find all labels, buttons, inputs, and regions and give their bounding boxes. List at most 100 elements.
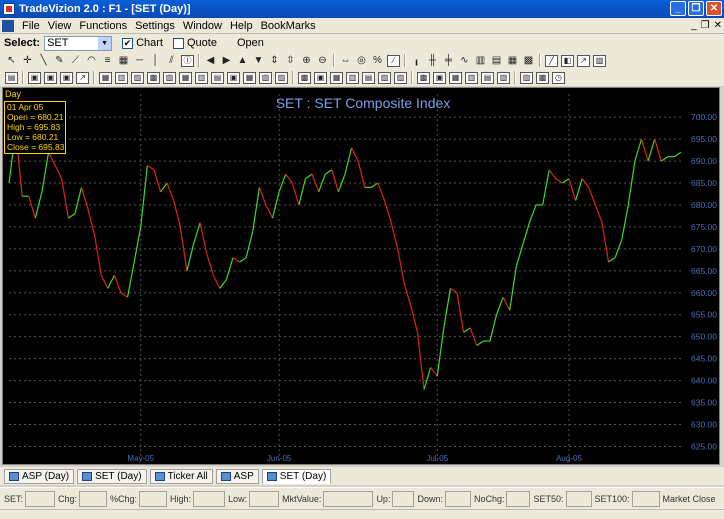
grid-icon[interactable]: ▦: [116, 54, 131, 68]
menu-file[interactable]: File: [18, 20, 44, 32]
trend-icon[interactable]: ↗: [577, 54, 590, 67]
indicator-t-icon[interactable]: ▥: [346, 71, 359, 84]
arrow-right-icon[interactable]: ▶: [219, 54, 234, 68]
indicator-m-icon[interactable]: ▣: [227, 71, 240, 84]
mdi-restore-icon[interactable]: ❐: [701, 20, 710, 31]
menu-settings[interactable]: Settings: [131, 20, 179, 32]
draw-box-icon[interactable]: Ⓘ: [181, 54, 194, 67]
indicator-i-icon[interactable]: ▧: [163, 71, 176, 84]
menu-help[interactable]: Help: [226, 20, 257, 32]
tab-asp-quote[interactable]: ASP: [215, 468, 259, 484]
symbol-select[interactable]: SET ▼: [44, 35, 113, 51]
percent-icon[interactable]: %: [370, 54, 385, 68]
indicator-r-icon[interactable]: ▣: [314, 71, 327, 84]
indicator-h-icon[interactable]: ▩: [147, 71, 160, 84]
line-icon[interactable]: ╲: [36, 54, 51, 68]
candle-icon[interactable]: ╪: [441, 54, 456, 68]
line-chart-icon[interactable]: ∿: [457, 54, 472, 68]
expand-vertical-icon[interactable]: ⇕: [267, 54, 282, 68]
chart-check-icon[interactable]: ✔: [122, 37, 134, 49]
indicator-aa-icon[interactable]: ▥: [465, 71, 478, 84]
indicator-y-icon[interactable]: ▣: [433, 71, 446, 84]
expand-horizontal-icon[interactable]: ⇔: [338, 54, 353, 68]
menu-functions[interactable]: Functions: [75, 20, 131, 32]
arrow-left-icon[interactable]: ◀: [203, 54, 218, 68]
target-icon[interactable]: ◎: [354, 54, 369, 68]
indicator-p-icon[interactable]: ▨: [275, 71, 288, 84]
tab-set-day[interactable]: SET (Day): [77, 468, 147, 484]
indicator-l-icon[interactable]: ▤: [211, 71, 224, 84]
table-icon[interactable]: ▤: [5, 71, 18, 84]
tab-ticker-all[interactable]: Ticker All: [149, 468, 213, 484]
indicator-j-icon[interactable]: ▦: [179, 71, 192, 84]
pattern-icon[interactable]: ▨: [593, 54, 606, 67]
bar-chart-icon[interactable]: ╻: [409, 54, 424, 68]
indicator-ac-icon[interactable]: ▧: [497, 71, 510, 84]
fan-icon[interactable]: ⟋: [68, 54, 83, 68]
mdi-minimize-icon[interactable]: _: [691, 20, 697, 31]
indicator-ad-icon[interactable]: ▨: [520, 71, 533, 84]
indicator-v-icon[interactable]: ▧: [378, 71, 391, 84]
zoom-in-icon[interactable]: ⊕: [299, 54, 314, 68]
price-segment: [423, 367, 432, 390]
bottom-strip: [0, 509, 724, 519]
quote-check-box[interactable]: [172, 37, 184, 49]
menu-window[interactable]: Window: [179, 20, 226, 32]
arc-icon[interactable]: ◠: [84, 54, 99, 68]
indicator-k-icon[interactable]: ▥: [195, 71, 208, 84]
tab-set-day-active[interactable]: SET (Day): [261, 468, 332, 484]
pointer-icon[interactable]: ↖: [4, 54, 19, 68]
menu-bookmarks[interactable]: BookMarks: [257, 20, 320, 32]
compress-vertical-icon[interactable]: ⇳: [283, 54, 298, 68]
indicator-s-icon[interactable]: ▦: [330, 71, 343, 84]
arrow-up-icon[interactable]: ▲: [235, 54, 250, 68]
indicator-o-icon[interactable]: ▧: [259, 71, 272, 84]
indicator-u-icon[interactable]: ▤: [362, 71, 375, 84]
indicator-q-icon[interactable]: ▩: [298, 71, 311, 84]
mdi-close-icon[interactable]: ✕: [714, 20, 722, 31]
indicator-c-icon[interactable]: ▣: [60, 71, 73, 84]
indicator-d-icon[interactable]: ↗: [76, 71, 89, 84]
tab-asp-day[interactable]: ASP (Day): [4, 468, 75, 484]
pen-icon[interactable]: ✎: [52, 54, 67, 68]
indicator-e-icon[interactable]: ▦: [99, 71, 112, 84]
volume-icon[interactable]: ▤: [489, 54, 504, 68]
candle-chart-icon[interactable]: ▥: [473, 54, 488, 68]
open-button[interactable]: Open: [233, 37, 268, 49]
candlestick-icon[interactable]: ▦: [505, 54, 520, 68]
minimize-icon[interactable]: _: [670, 1, 686, 16]
clock-icon[interactable]: ◷: [552, 71, 565, 84]
indicator-w-icon[interactable]: ▨: [394, 71, 407, 84]
draw-icon[interactable]: ╱: [545, 54, 558, 67]
indicator-b-icon[interactable]: ▣: [44, 71, 57, 84]
fibonacci-icon[interactable]: ≡: [100, 54, 115, 68]
crosshair-icon[interactable]: ✛: [20, 54, 35, 68]
indicator-f-icon[interactable]: ▥: [115, 71, 128, 84]
horizontal-line-icon[interactable]: ─: [132, 54, 147, 68]
restore-icon[interactable]: ❐: [688, 1, 704, 16]
heikin-icon[interactable]: ▩: [521, 54, 536, 68]
zoom-out-icon[interactable]: ⊖: [315, 54, 330, 68]
indicator-x-icon[interactable]: ▩: [417, 71, 430, 84]
channel-icon[interactable]: ⫽: [164, 54, 179, 68]
indicator-n-icon[interactable]: ▦: [243, 71, 256, 84]
chart-type-icon[interactable]: ⁄: [387, 54, 400, 67]
vertical-line-icon[interactable]: │: [148, 54, 163, 68]
indicator-g-icon[interactable]: ▨: [131, 71, 144, 84]
chevron-down-icon[interactable]: ▼: [98, 36, 112, 50]
document-icon[interactable]: [2, 19, 14, 32]
background-icon[interactable]: ◧: [561, 54, 574, 67]
price-chart[interactable]: 625.00 630.00 635.00 640.00 645.00 650.00 655.…: [3, 88, 719, 464]
close-icon[interactable]: ✕: [706, 1, 722, 16]
chart-checkbox[interactable]: ✔ Chart: [122, 37, 163, 49]
ohlc-icon[interactable]: ╫: [425, 54, 440, 68]
arrow-down-icon[interactable]: ▼: [251, 54, 266, 68]
indicator-ae-icon[interactable]: ▩: [536, 71, 549, 84]
indicator-a-icon[interactable]: ▣: [28, 71, 41, 84]
indicator-ab-icon[interactable]: ▤: [481, 71, 494, 84]
menu-view[interactable]: View: [44, 20, 76, 32]
chart-panel[interactable]: 625.00 630.00 635.00 640.00 645.00 650.00 655.…: [2, 87, 720, 465]
indicator-z-icon[interactable]: ▦: [449, 71, 462, 84]
quote-checkbox[interactable]: Quote: [172, 37, 217, 49]
y-tick-label: 665.00: [691, 266, 717, 276]
